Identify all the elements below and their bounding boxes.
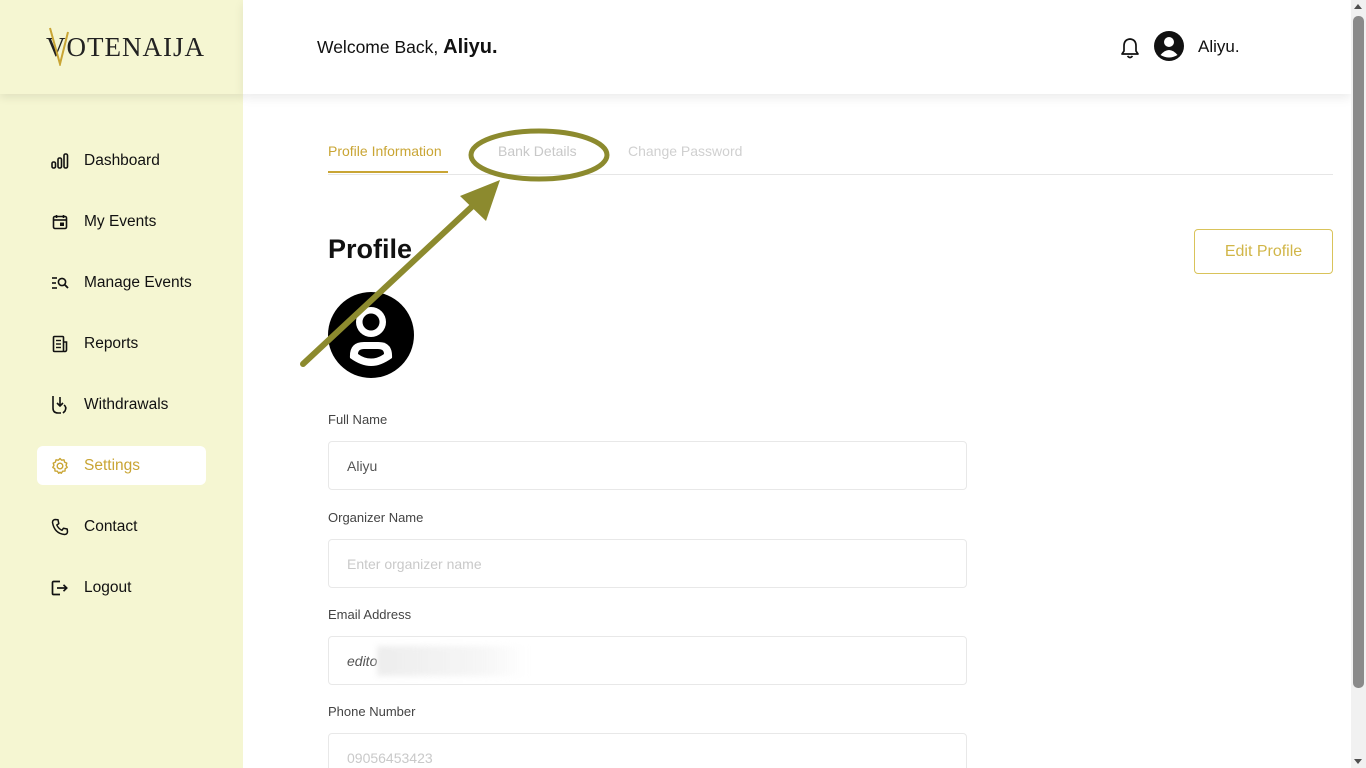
logo-v: V <box>46 27 69 66</box>
logo-v-mark-icon <box>49 27 69 66</box>
sidebar: V OTENAIJA Dashboard My Events Manage Ev… <box>0 0 243 768</box>
phone-field[interactable]: 09056453423 <box>328 733 967 768</box>
welcome-message: Welcome Back, Aliyu. <box>317 36 498 58</box>
edit-profile-button[interactable]: Edit Profile <box>1194 229 1333 274</box>
full-name-label: Full Name <box>328 412 388 427</box>
phone-icon <box>50 517 70 537</box>
tab-change-password[interactable]: Change Password <box>628 143 742 159</box>
scroll-up-arrow-icon[interactable] <box>1354 4 1362 9</box>
tab-bank-details[interactable]: Bank Details <box>498 143 577 159</box>
email-field[interactable]: edito <box>328 636 967 685</box>
logo-text: V OTENAIJA <box>46 27 205 66</box>
welcome-user-name: Aliyu. <box>443 36 498 58</box>
list-search-icon <box>50 273 70 293</box>
highlight-arrow-head <box>460 180 500 221</box>
sidebar-item-manage-events[interactable]: Manage Events <box>37 263 206 302</box>
user-name[interactable]: Aliyu. <box>1198 37 1240 57</box>
sidebar-item-dashboard[interactable]: Dashboard <box>37 141 206 180</box>
bar-chart-icon <box>50 151 70 171</box>
sidebar-item-withdrawals[interactable]: Withdrawals <box>37 385 206 424</box>
scroll-thumb[interactable] <box>1353 16 1364 688</box>
withdraw-icon <box>50 395 70 415</box>
logout-icon <box>50 578 70 598</box>
active-tab-indicator <box>328 171 448 173</box>
sidebar-item-label: Reports <box>84 334 139 352</box>
redacted-blur <box>377 645 528 676</box>
logo[interactable]: V OTENAIJA <box>0 0 243 94</box>
sidebar-item-label: Dashboard <box>84 151 160 169</box>
full-name-field[interactable]: Aliyu <box>328 441 967 490</box>
scroll-down-arrow-icon[interactable] <box>1354 759 1362 764</box>
sidebar-item-label: Manage Events <box>84 273 192 291</box>
settings-tabs: Profile Information Bank Details Change … <box>328 130 1333 175</box>
sidebar-item-label: Contact <box>84 517 138 535</box>
calendar-icon <box>50 212 70 232</box>
tab-profile-information[interactable]: Profile Information <box>328 143 442 159</box>
phone-label: Phone Number <box>328 704 416 719</box>
email-label: Email Address <box>328 607 412 622</box>
page-title: Profile <box>328 234 413 264</box>
sidebar-item-my-events[interactable]: My Events <box>37 202 206 241</box>
sidebar-nav: Dashboard My Events Manage Events Report… <box>37 141 206 629</box>
sidebar-item-label: Withdrawals <box>84 395 169 413</box>
sidebar-item-settings[interactable]: Settings <box>37 446 206 485</box>
scrollbar[interactable] <box>1351 0 1366 768</box>
profile-avatar-icon <box>328 292 414 378</box>
top-bar: Welcome Back, Aliyu. Aliyu. <box>243 0 1351 94</box>
organizer-name-field[interactable]: Enter organizer name <box>328 539 967 588</box>
sidebar-item-label: My Events <box>84 212 157 230</box>
email-value: edito <box>347 652 378 669</box>
document-icon <box>50 334 70 354</box>
organizer-name-label: Organizer Name <box>328 510 424 525</box>
sidebar-item-label: Settings <box>84 456 141 474</box>
notification-bell-icon[interactable] <box>1119 36 1141 60</box>
user-avatar-icon[interactable] <box>1154 31 1184 61</box>
sidebar-item-contact[interactable]: Contact <box>37 507 206 546</box>
sidebar-item-label: Logout <box>84 578 132 596</box>
sidebar-item-reports[interactable]: Reports <box>37 324 206 363</box>
gear-icon <box>50 456 70 476</box>
sidebar-item-logout[interactable]: Logout <box>37 568 206 607</box>
